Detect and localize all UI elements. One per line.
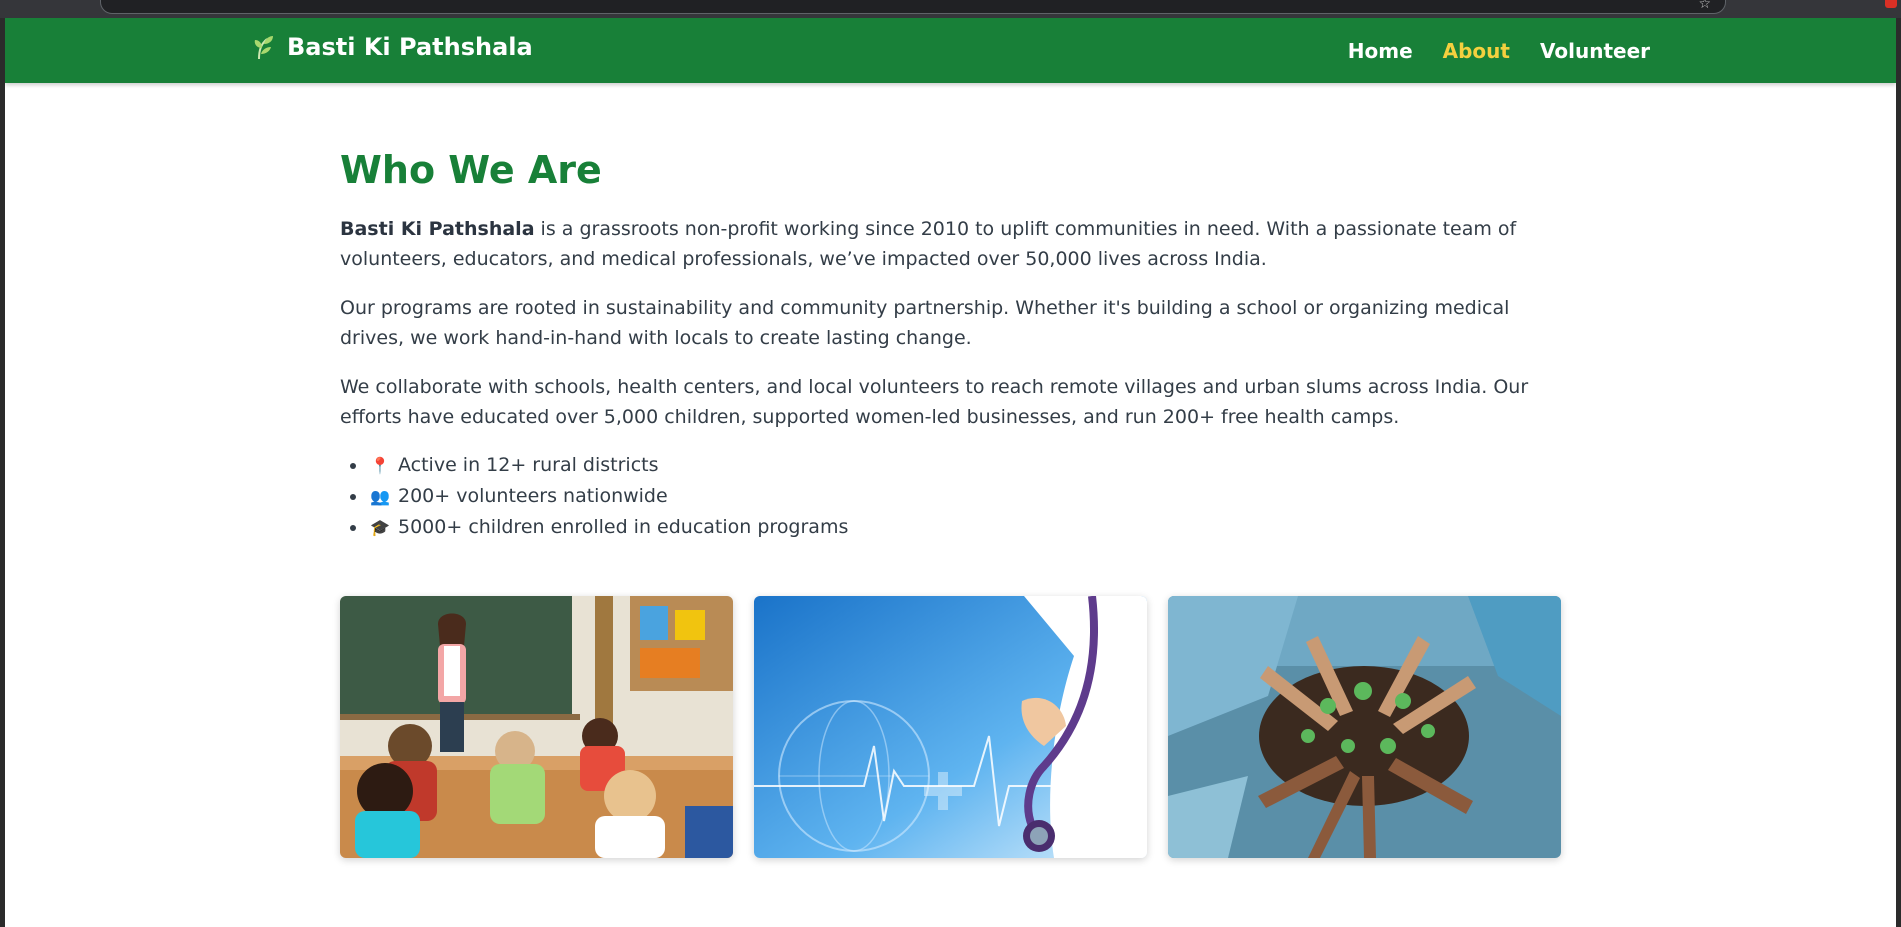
highlight-text: Active in 12+ rural districts [398, 454, 659, 476]
collaboration-paragraph: We collaborate with schools, health cent… [340, 376, 1529, 428]
highlight-text: 200+ volunteers nationwide [398, 485, 668, 507]
nav-home[interactable]: Home [1348, 39, 1413, 63]
navbar: Basti Ki Pathshala Home About Volunteer [5, 18, 1896, 83]
brand-name: Basti Ki Pathshala [287, 33, 533, 61]
classroom-photo [340, 596, 733, 858]
highlight-text: 5000+ children enrolled in education pro… [398, 516, 849, 538]
page-viewport: Basti Ki Pathshala Home About Volunteer … [5, 18, 1896, 927]
leaf-icon [254, 36, 273, 60]
page-title: Who We Are [340, 148, 602, 192]
bookmark-star-icon[interactable]: ☆ [1698, 0, 1711, 12]
nav-volunteer[interactable]: Volunteer [1540, 39, 1650, 63]
medical-photo [754, 596, 1147, 858]
brand[interactable]: Basti Ki Pathshala [253, 33, 533, 61]
main-nav: Home About Volunteer [1348, 39, 1650, 63]
address-bar[interactable] [100, 0, 1726, 14]
intro-paragraph: Basti Ki Pathshala is a grassroots non-p… [340, 214, 1570, 274]
people-icon: 👥 [370, 487, 390, 506]
pin-icon: 📍 [370, 456, 390, 475]
list-item: 📍 Active in 12+ rural districts [368, 450, 1570, 481]
list-item: 🎓 5000+ children enrolled in education pr… [368, 512, 1570, 543]
browser-toolbar: ☆ [0, 0, 1901, 18]
programs-paragraph: Our programs are rooted in sustainabilit… [340, 297, 1510, 349]
volunteers-photo [1168, 596, 1561, 858]
about-section: Who We Are Basti Ki Pathshala is a grass… [340, 148, 1570, 543]
extension-icon[interactable] [1885, 0, 1897, 8]
highlights-list: 📍 Active in 12+ rural districts 👥 200+ vol… [340, 450, 1570, 543]
nav-about[interactable]: About [1443, 39, 1510, 63]
list-item: 👥 200+ volunteers nationwide [368, 481, 1570, 512]
photo-gallery [340, 596, 1561, 858]
intro-org-name: Basti Ki Pathshala [340, 218, 535, 240]
graduation-cap-icon: 🎓 [370, 518, 390, 537]
